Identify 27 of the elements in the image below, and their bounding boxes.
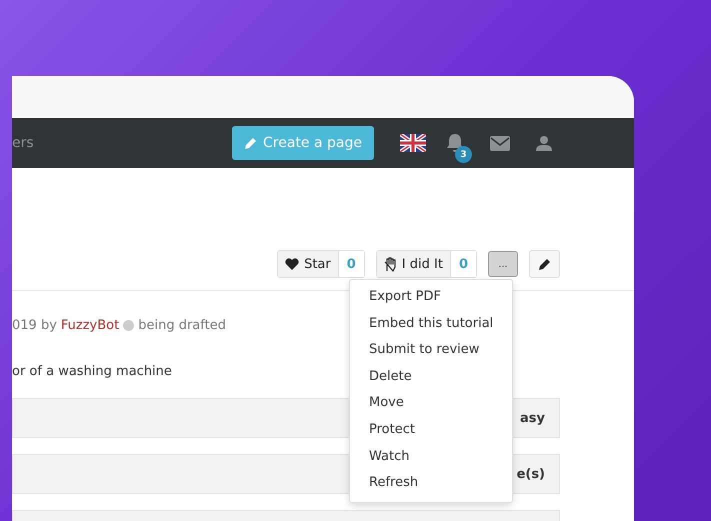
summary-text: or of a washing machine [12,364,172,381]
user-icon[interactable] [536,135,552,151]
nav-link[interactable]: ers [12,135,34,151]
menu-item[interactable]: Embed this tutorial [350,310,512,338]
info-value: e(s) [516,466,545,482]
menu-item[interactable]: Export PDF [350,284,512,311]
flag-icon[interactable] [400,134,426,152]
hand-icon [384,256,397,272]
menu-item[interactable]: Refresh [350,470,512,497]
pencil-icon [244,136,258,150]
star-button[interactable]: Star [278,251,339,277]
author-link[interactable]: FuzzyBot [60,318,120,332]
menu-item[interactable]: Submit to review [350,337,512,364]
menu-item[interactable]: Move [350,390,512,417]
menu-item[interactable]: Protect [350,416,512,444]
mail-icon[interactable] [490,136,510,150]
heart-icon [285,258,300,270]
status-text: being drafted [138,318,226,332]
edit-button[interactable] [529,250,560,278]
i-did-it-button[interactable]: I did It [376,251,451,277]
meta-text: 019 by [12,318,57,332]
menu-item[interactable]: Watch [350,444,512,470]
menu-item[interactable]: Delete [350,364,512,390]
info-value: asy [520,410,545,426]
pencil-icon [538,257,552,271]
more-button[interactable]: ... [488,251,518,277]
notification-badge: 3 [455,146,472,163]
